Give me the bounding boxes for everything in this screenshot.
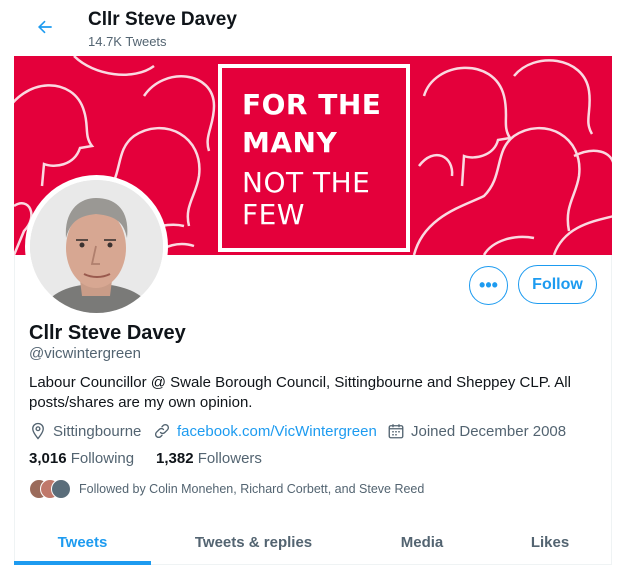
followers-count-link[interactable]: 1,382 Followers (156, 450, 262, 467)
avatar-portrait (30, 180, 163, 313)
profile-bio: Labour Councillor @ Swale Borough Counci… (29, 374, 571, 411)
profile-handle: @vicwintergreen (29, 345, 141, 362)
slogan-line-3: NOT THE (242, 166, 371, 199)
profile-avatar[interactable] (25, 175, 168, 318)
mini-avatar (51, 479, 71, 499)
slogan-line-4: FEW (242, 198, 305, 231)
following-count-link[interactable]: 3,016 Following (29, 450, 134, 467)
profile-location: Sittingbourne (29, 421, 141, 441)
following-label: Following (70, 450, 135, 467)
slogan-line-2: MANY (242, 126, 338, 159)
arrow-left-icon (38, 20, 52, 34)
followed-by-avatars (29, 479, 75, 499)
profile-name: Cllr Steve Davey (29, 322, 186, 344)
calendar-icon (388, 424, 404, 439)
website-link[interactable]: facebook.com/VicWintergreen (177, 423, 377, 440)
more-dots-icon: ••• (479, 275, 498, 295)
link-icon (154, 423, 170, 439)
profile-header: Cllr Steve Davey 14.7K Tweets (14, 0, 612, 56)
profile-joined: Joined December 2008 (387, 421, 566, 441)
profile-website[interactable]: facebook.com/VicWintergreen (153, 421, 377, 441)
avatar-photo (30, 180, 163, 313)
following-count: 3,016 (29, 450, 67, 467)
followed-by-row[interactable]: Followed by Colin Monehen, Richard Corbe… (29, 479, 424, 499)
profile-tabs: Tweets Tweets & replies Media Likes (14, 519, 612, 565)
followers-label: Followers (197, 450, 262, 467)
location-pin-icon (32, 422, 44, 440)
tab-likes[interactable]: Likes (488, 519, 612, 565)
tab-tweets[interactable]: Tweets (14, 519, 151, 565)
tweet-count: 14.7K Tweets (88, 34, 167, 49)
joined-text: Joined December 2008 (411, 422, 567, 440)
tab-tweets-replies[interactable]: Tweets & replies (151, 519, 356, 565)
slogan-line-1: FOR THE (242, 88, 382, 121)
more-options-button[interactable]: ••• (469, 266, 508, 305)
follow-button[interactable]: Follow (518, 265, 597, 304)
location-text: Sittingbourne (53, 422, 142, 440)
followers-count: 1,382 (156, 450, 194, 467)
followed-by-text: Followed by Colin Monehen, Richard Corbe… (79, 482, 425, 496)
tab-media[interactable]: Media (356, 519, 488, 565)
slogan-box: FOR THE MANY NOT THE FEW (218, 64, 410, 252)
back-button[interactable] (32, 14, 58, 40)
header-title: Cllr Steve Davey (88, 9, 237, 30)
